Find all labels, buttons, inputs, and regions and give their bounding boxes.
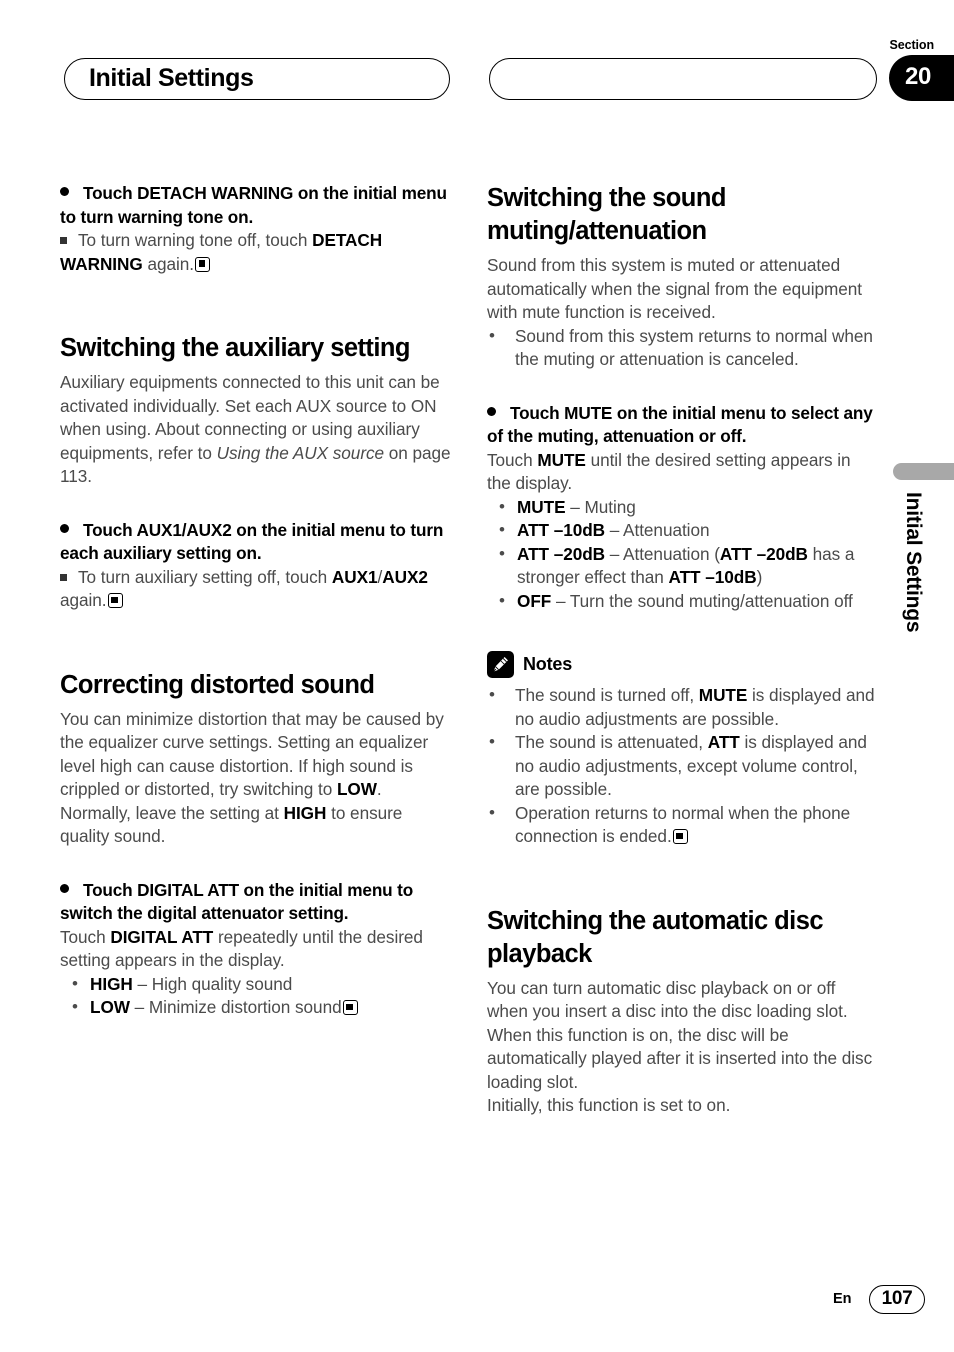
list-item: Operation returns to normal when the pho… [487, 801, 879, 849]
list-item: Sound from this system returns to normal… [487, 324, 879, 372]
list-item: HIGH – High quality sound [60, 972, 452, 997]
heading-switching-automatic-disc-playback: Switching the automatic disc playback [487, 906, 824, 968]
note-pre: The sound is turned off, [515, 685, 699, 705]
option-term: HIGH [90, 973, 133, 994]
note-bold: MUTE [698, 685, 748, 705]
operation-detach-warning-text: Touch DETACH WARNING on the initial menu… [60, 183, 447, 227]
note-pre: The sound is attenuated, [515, 732, 708, 752]
bullet-dot-icon [487, 406, 496, 416]
section-number: 20 [905, 63, 932, 91]
operation-digital-att-text: Touch DIGITAL ATT on the initial menu to… [60, 879, 414, 924]
option-desc-pre: – Attenuation ( [605, 543, 720, 564]
body-sound-muting: Sound from this system is muted or atten… [487, 255, 862, 322]
option-desc-strong1: ATT –20dB [719, 543, 808, 564]
operation-digital-att: Touch DIGITAL ATT on the initial menu to… [60, 879, 452, 926]
list-item: ATT –10dB – Attenuation [487, 518, 879, 543]
bullet-dot-icon [60, 187, 69, 196]
side-tab-label: Initial Settings [902, 492, 925, 633]
heading-switching-auxiliary-setting: Switching the auxiliary setting [60, 334, 410, 362]
option-desc: – Minimize distortion sound [129, 997, 342, 1017]
mute-intro-bullets: Sound from this system returns to normal… [487, 324, 879, 372]
body-distortion-high: HIGH [283, 802, 327, 823]
list-item: LOW – Minimize distortion sound [60, 995, 452, 1020]
end-of-section-marker-icon [107, 593, 123, 608]
mute-options-list: MUTE – Muting ATT –10dB – Attenuation AT… [487, 495, 879, 614]
subnote-detach-lead: To turn warning tone off, touch [78, 230, 313, 250]
list-item: The sound is turned off, MUTE is display… [487, 683, 879, 731]
body-digital-att-part1: Touch [60, 926, 111, 947]
note-bold: ATT [707, 732, 740, 752]
header-pill-left: Initial Settings [64, 58, 450, 100]
subnote-aux: To turn auxiliary setting off, touch AUX… [60, 566, 452, 613]
body-mute-bold: MUTE [537, 449, 586, 470]
footer-page-number: 107 [869, 1285, 925, 1314]
bullet-square-icon [60, 573, 67, 581]
notes-label: Notes [523, 654, 573, 674]
subnote-detach-tail: again. [142, 253, 194, 274]
notes-heading: Notes [487, 651, 879, 678]
list-item: The sound is attenuated, ATT is displaye… [487, 730, 879, 802]
section-label: Section [889, 38, 935, 52]
list-item: OFF – Turn the sound muting/attenuation … [487, 589, 879, 614]
operation-mute: Touch MUTE on the initial menu to select… [487, 402, 879, 449]
option-desc-strong2: ATT –10dB [668, 567, 757, 587]
subnote-aux-tail: again. [60, 590, 107, 610]
end-of-section-marker-icon [342, 1000, 358, 1015]
heading-correcting-distorted-sound: Correcting distorted sound [60, 670, 375, 699]
subnote-aux-bold2: AUX2 [382, 566, 428, 587]
option-desc: – Turn the sound muting/attenuation off [551, 590, 853, 611]
option-term: OFF [517, 590, 552, 611]
notes-list: The sound is turned off, MUTE is display… [487, 683, 879, 849]
option-term: ATT –20dB [517, 543, 606, 564]
operation-mute-text: Touch MUTE on the initial menu to select… [487, 402, 873, 447]
operation-detach-warning: Touch DETACH WARNING on the initial menu… [60, 182, 452, 229]
subnote-detach-warning: To turn warning tone off, touch DETACH W… [60, 229, 452, 276]
body-aux-italic-ref: Using the AUX source [216, 442, 385, 463]
body-automatic-disc-playback: You can turn automatic disc playback on … [487, 977, 873, 1092]
option-desc: – Muting [565, 496, 636, 517]
section-badge: 20 [889, 55, 954, 101]
body-mute-instruction: Touch MUTE until the desired setting app… [487, 449, 879, 496]
left-column: Touch DETACH WARNING on the initial menu… [60, 182, 452, 1020]
option-term: LOW [90, 997, 130, 1017]
bullet-square-icon [60, 237, 67, 244]
end-of-section-marker-icon [194, 256, 210, 272]
body-distortion-low: LOW [336, 779, 377, 799]
digital-att-options-list: HIGH – High quality sound LOW – Minimize… [60, 972, 452, 1020]
body-distortion-part1: You can minimize distortion that may be … [60, 708, 444, 800]
option-desc: – Attenuation [605, 520, 710, 540]
list-item: MUTE – Muting [487, 495, 879, 520]
body-mute-part1: Touch [487, 449, 538, 470]
footer-language: En [833, 1291, 852, 1307]
header-pill-right [489, 58, 877, 100]
body-auxiliary-setting: Auxiliary equipments connected to this u… [60, 371, 452, 489]
end-of-section-marker-icon [672, 829, 688, 844]
list-item: ATT –20dB – Attenuation (ATT –20dB has a… [487, 542, 879, 590]
manual-page: Initial Settings Section 20 Initial Sett… [0, 0, 954, 1352]
body-correcting-distorted-sound: You can minimize distortion that may be … [60, 708, 452, 849]
option-term: ATT –10dB [517, 520, 606, 540]
heading-switching-sound-muting: Switching the sound muting/attenuation [487, 184, 726, 245]
option-desc-post: ) [756, 567, 763, 587]
body-digital-att: Touch DIGITAL ATT repeatedly until the d… [60, 926, 452, 973]
operation-aux-text: Touch AUX1/AUX2 on the initial menu to t… [60, 519, 444, 564]
body-digital-att-bold: DIGITAL ATT [110, 926, 214, 947]
side-tab-marker [893, 463, 954, 480]
subnote-aux-lead: To turn auxiliary setting off, touch [78, 566, 332, 587]
option-term: MUTE [517, 496, 566, 517]
option-desc: – High quality sound [132, 973, 293, 994]
subnote-aux-bold1: AUX1 [331, 566, 378, 587]
page-title: Initial Settings [89, 63, 254, 92]
right-column: Switching the sound muting/attenuation S… [487, 182, 879, 1118]
bullet-dot-icon [60, 883, 69, 893]
bullet-dot-icon [60, 523, 69, 533]
body-automatic-disc-initial: Initially, this function is set to on. [487, 1095, 731, 1115]
pencil-icon [487, 651, 514, 678]
operation-aux1-aux2: Touch AUX1/AUX2 on the initial menu to t… [60, 519, 452, 566]
